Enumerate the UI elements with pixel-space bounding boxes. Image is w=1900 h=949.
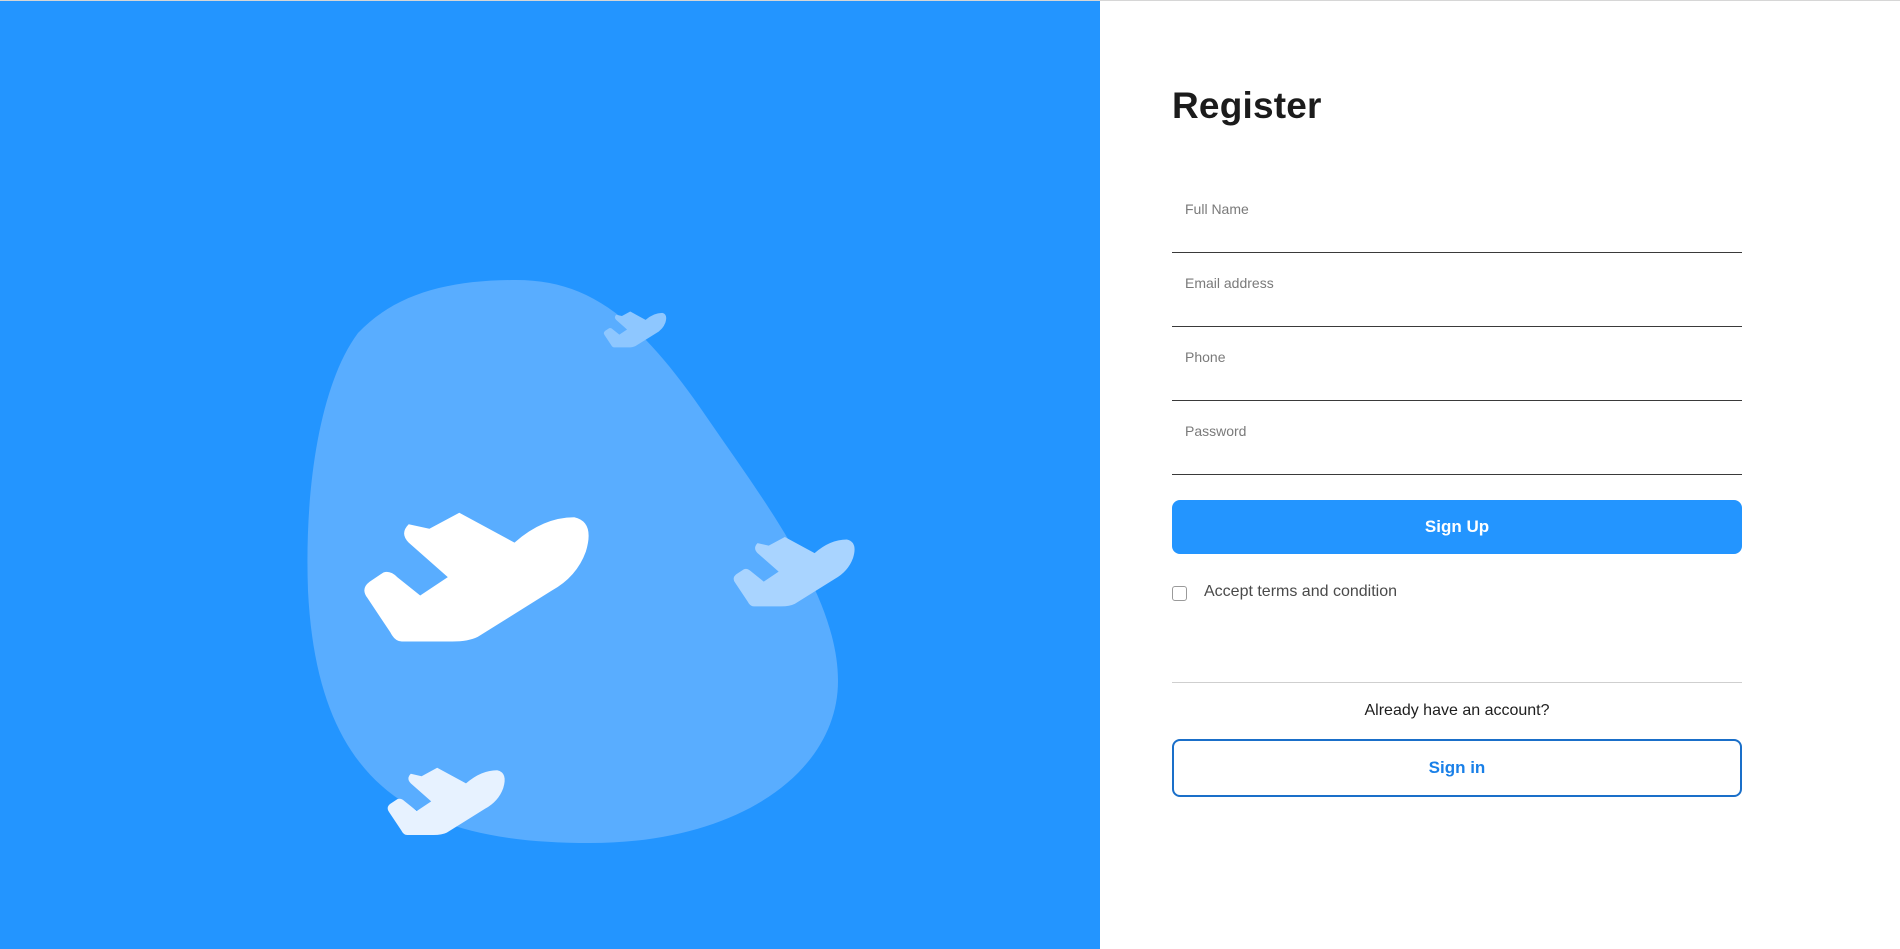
- sign-in-button[interactable]: Sign in: [1172, 739, 1742, 797]
- password-input[interactable]: [1172, 401, 1742, 461]
- page-title: Register: [1172, 85, 1322, 126]
- full-name-field: [1172, 179, 1742, 253]
- terms-checkbox[interactable]: [1172, 586, 1187, 601]
- terms-label[interactable]: Accept terms and condition: [1204, 583, 1397, 601]
- already-account-text: Already have an account?: [1364, 702, 1550, 719]
- email-field: [1172, 253, 1742, 327]
- email-input[interactable]: [1172, 253, 1742, 313]
- hero-illustration-panel: [0, 1, 1100, 949]
- full-name-input[interactable]: [1172, 179, 1742, 239]
- hero-illustration: [307, 280, 855, 843]
- register-panel: Register Sign Up Accept terms and condit…: [1100, 1, 1900, 949]
- sign-up-button[interactable]: Sign Up: [1172, 500, 1742, 554]
- terms-row: Accept terms and condition: [1172, 582, 1397, 601]
- divider: [1172, 682, 1742, 683]
- password-field: [1172, 401, 1742, 475]
- phone-input[interactable]: [1172, 327, 1742, 387]
- phone-field: [1172, 327, 1742, 401]
- register-page: Register Sign Up Accept terms and condit…: [0, 0, 1900, 949]
